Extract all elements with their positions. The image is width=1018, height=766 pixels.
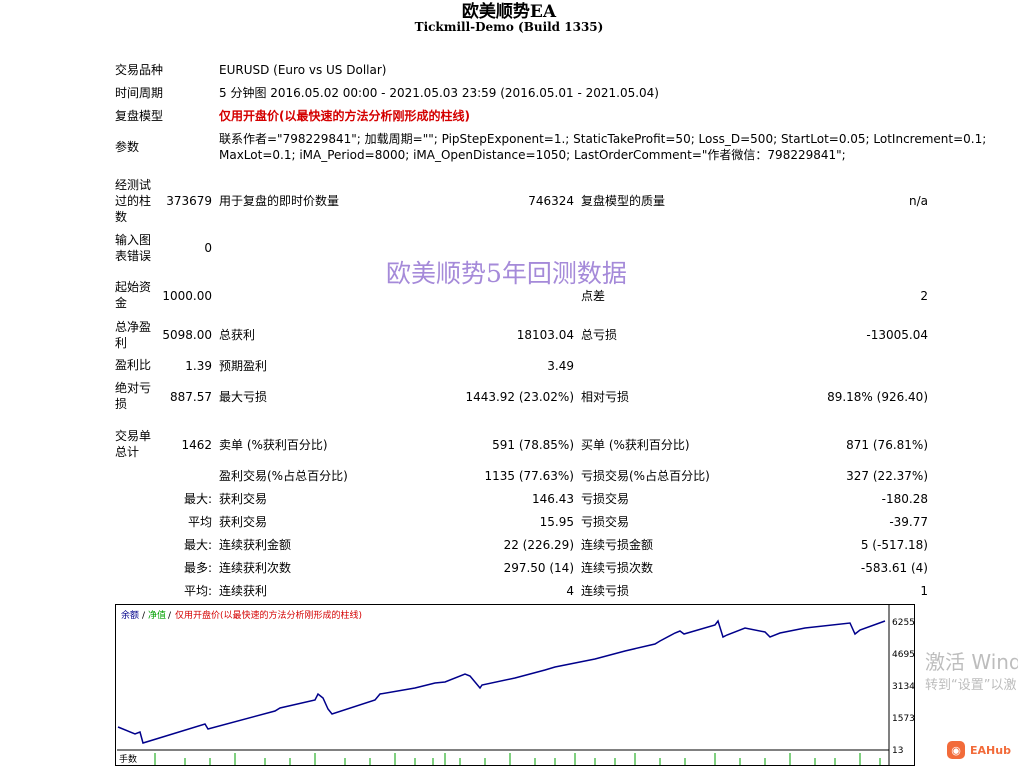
errors-label-1: 输入图 [115, 233, 152, 247]
balance-chart: 余额 / 净值 / 仅用开盘价(以最快速的方法分析刚形成的柱线) 6255 46… [115, 604, 915, 766]
average-loss-value: -39.77 [889, 515, 928, 529]
average-profit-label: 获利交易 [219, 515, 268, 529]
watermark-text: 欧美顺势5年回测数据 [386, 259, 627, 288]
trades-label-2: 总计 [115, 445, 140, 459]
net-label-2: 利 [115, 336, 128, 350]
legend-balance: 余额 [121, 609, 139, 621]
spread-label: 点差 [581, 289, 606, 303]
chart-frame [115, 604, 915, 766]
long-label: 买单 (%获利百分比) [581, 438, 690, 452]
consec-profit-label: 连续获利次数 [219, 561, 292, 575]
avg-consec-wins-value: 4 [566, 584, 574, 598]
trades-label-1: 交易单 [115, 429, 152, 443]
average-loss-label: 亏损交易 [581, 515, 630, 529]
bars-label-1: 经测试 [115, 178, 152, 192]
deposit-label-2: 金 [115, 296, 128, 310]
avg-consec-losses-value: 1 [920, 584, 928, 598]
consec-wins-label: 连续获利金额 [219, 538, 292, 552]
avg-consec-wins-label: 连续获利 [219, 584, 268, 598]
model-value: 仅用开盘价(以最快速的方法分析刚形成的柱线) [219, 109, 470, 123]
y-tick-label: 13 [892, 746, 903, 756]
avg-consec-losses-label: 连续亏损 [581, 584, 630, 598]
brand-badge: ◉ EAHub [947, 740, 1011, 760]
period-label: 时间周期 [115, 86, 164, 100]
abs-dd-value: 887.57 [170, 390, 212, 404]
profit-trades-label: 盈利交易(%占总百分比) [219, 469, 348, 483]
params-label: 参数 [115, 140, 140, 154]
gross-profit-label: 总获利 [219, 328, 256, 342]
legend-model: 仅用开盘价(以最快速的方法分析刚形成的柱线) [175, 609, 362, 621]
bars-label-2: 过的柱 [115, 194, 152, 208]
params-line-2: MaxLot=0.1; iMA_Period=8000; iMA_OpenDis… [219, 148, 846, 162]
quality-label: 复盘模型的质量 [581, 194, 666, 208]
bars-label-3: 数 [115, 210, 128, 224]
abs-dd-label-2: 损 [115, 397, 128, 411]
brand-logo-icon: ◉ [947, 741, 965, 759]
y-tick-label: 3134 [892, 682, 915, 692]
average-profit-value: 15.95 [539, 515, 574, 529]
ticks-value: 746324 [528, 194, 574, 208]
gross-profit-value: 18103.04 [516, 328, 574, 342]
errors-value: 0 [204, 241, 212, 255]
gross-loss-label: 总亏损 [581, 328, 618, 342]
consec-loss-label: 连续亏损次数 [581, 561, 654, 575]
symbol-value: EURUSD (Euro vs US Dollar) [219, 63, 387, 77]
report-title: 欧美顺势EA [461, 2, 557, 22]
errors-label-2: 表错误 [115, 249, 152, 263]
deposit-label-1: 起始资 [115, 280, 152, 294]
short-value: 591 (78.85%) [492, 438, 574, 452]
legend-equity: 净值 [148, 609, 166, 621]
quality-value: n/a [908, 194, 928, 208]
largest-profit-label: 获利交易 [219, 492, 268, 506]
consec-profit-value: 297.50 (14) [503, 561, 574, 575]
activation-title: 激活 Wind [925, 650, 1018, 674]
largest-loss-value: -180.28 [881, 492, 928, 506]
profit-trades-value: 1135 (77.63%) [484, 469, 574, 483]
spread-value: 2 [920, 289, 928, 303]
loss-trades-value: 327 (22.37%) [846, 469, 928, 483]
trades-value: 1462 [181, 438, 212, 452]
max1-prefix: 最大: [183, 538, 212, 552]
max-dd-label: 最大亏损 [219, 390, 268, 404]
consec-losses-label: 连续亏损金额 [581, 538, 654, 552]
deposit-value: 1000.00 [162, 289, 212, 303]
rel-dd-label: 相对亏损 [581, 390, 630, 404]
net-value: 5098.00 [162, 328, 212, 342]
largest-prefix: 最大: [183, 492, 212, 506]
params-line-1: 联系作者="798229841"; 加载周期=""; PipStepExpone… [219, 132, 987, 146]
bars-value: 373679 [166, 194, 212, 208]
payoff-label: 预期盈利 [219, 359, 268, 373]
avg2-prefix: 平均: [183, 584, 212, 598]
y-tick-label: 1573 [892, 714, 915, 724]
rel-dd-value: 89.18% (926.40) [827, 390, 928, 404]
report-subtitle: Tickmill-Demo (Build 1335) [414, 20, 604, 34]
abs-dd-label-1: 绝对亏 [115, 381, 152, 395]
largest-profit-value: 146.43 [532, 492, 574, 506]
average-prefix: 平均 [187, 515, 212, 529]
max2-prefix: 最多: [183, 561, 212, 575]
short-label: 卖单 (%获利百分比) [219, 438, 328, 452]
loss-trades-label: 亏损交易(%占总百分比) [581, 469, 710, 483]
model-label: 复盘模型 [115, 109, 164, 123]
long-value: 871 (76.81%) [846, 438, 928, 452]
consec-wins-value: 22 (226.29) [503, 538, 574, 552]
y-tick-label: 4695 [892, 650, 915, 660]
pf-label: 盈利比 [115, 358, 152, 372]
largest-loss-label: 亏损交易 [581, 492, 630, 506]
consec-loss-value: -583.61 (4) [860, 561, 928, 575]
gross-loss-value: -13005.04 [866, 328, 928, 342]
lots-label: 手数 [119, 753, 137, 765]
y-tick-label: 6255 [892, 618, 915, 628]
payoff-value: 3.49 [547, 359, 574, 373]
ticks-label: 用于复盘的即时价数量 [219, 194, 340, 208]
brand-name: EAHub [970, 743, 1011, 757]
symbol-label: 交易品种 [115, 63, 164, 77]
activation-hint: 转到“设置”以激 [925, 678, 1017, 693]
consec-losses-value: 5 (-517.18) [860, 538, 928, 552]
pf-value: 1.39 [185, 359, 212, 373]
net-label-1: 总净盈 [115, 320, 152, 334]
max-dd-value: 1443.92 (23.02%) [465, 390, 574, 404]
period-value: 5 分钟图 2016.05.02 00:00 - 2021.05.03 23:5… [219, 86, 659, 100]
